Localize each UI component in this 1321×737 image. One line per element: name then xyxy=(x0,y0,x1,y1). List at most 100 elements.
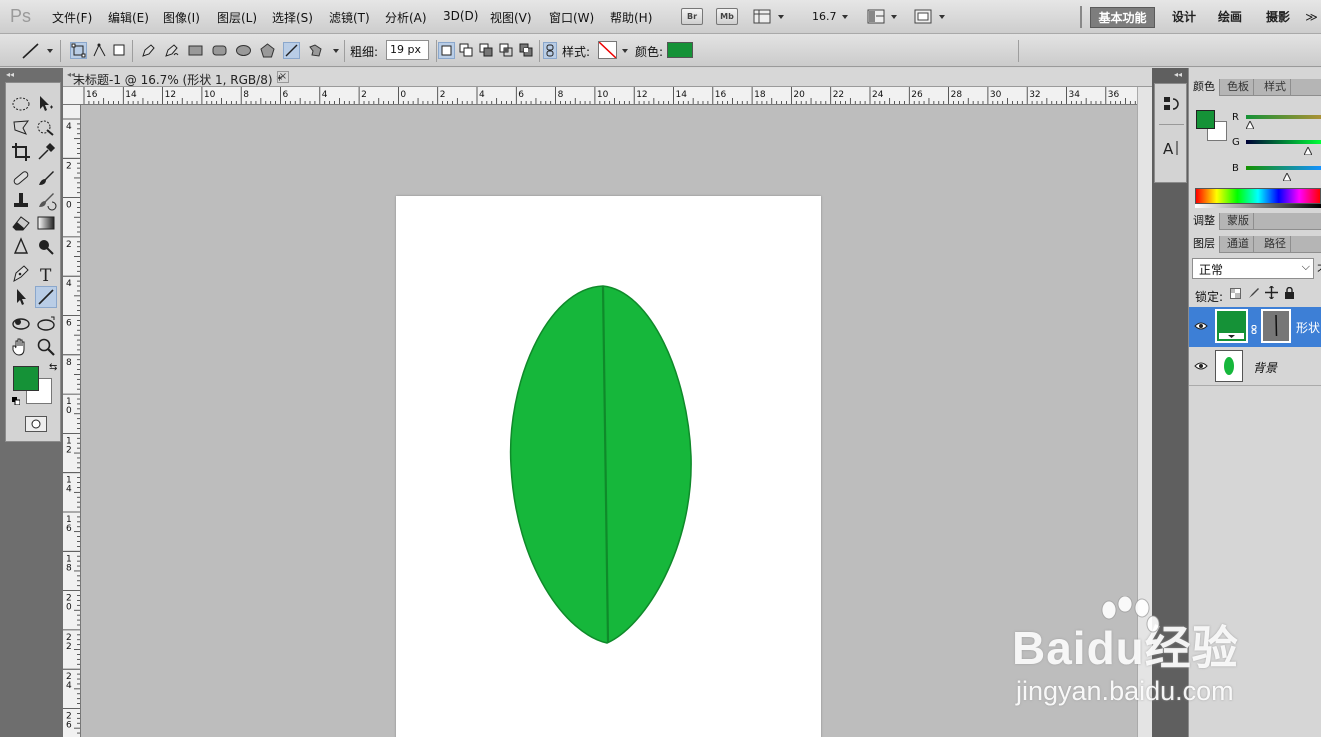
channel-b-thumb[interactable] xyxy=(1282,170,1293,182)
lock-transparent-icon[interactable] xyxy=(1230,288,1241,299)
polygon-tool-icon[interactable] xyxy=(259,42,276,59)
quick-mask-icon[interactable] xyxy=(25,416,47,432)
menu-filter[interactable]: 滤镜(T) xyxy=(329,9,370,26)
intersect-shape-areas-icon[interactable] xyxy=(498,42,515,59)
clone-stamp-icon[interactable] xyxy=(10,189,32,211)
chevron-down-icon[interactable] xyxy=(891,15,897,19)
menu-file[interactable]: 文件(F) xyxy=(52,9,92,26)
workspace-design[interactable]: 设计 xyxy=(1164,7,1204,28)
tab-layers[interactable]: 图层 xyxy=(1189,236,1220,253)
tab-masks[interactable]: 蒙版 xyxy=(1223,213,1254,230)
tab-channels[interactable]: 通道 xyxy=(1223,236,1254,253)
eye-icon[interactable] xyxy=(1194,360,1208,372)
document-tab[interactable]: ◂◂ 未标题-1 @ 16.7% (形状 1, RGB/8) * × xyxy=(63,68,1152,87)
menu-view[interactable]: 视图(V) xyxy=(490,9,532,26)
chevron-down-icon[interactable] xyxy=(622,49,628,53)
3d-orbit-icon[interactable] xyxy=(35,313,57,335)
bridge-button[interactable]: Br xyxy=(681,8,703,25)
healing-brush-icon[interactable] xyxy=(10,167,32,189)
path-selection-icon[interactable] xyxy=(10,286,32,308)
lock-position-icon[interactable] xyxy=(1265,285,1278,300)
chevron-down-icon[interactable] xyxy=(939,15,945,19)
new-shape-layer-icon[interactable] xyxy=(438,42,455,59)
workspace-painting[interactable]: 绘画 xyxy=(1210,7,1250,28)
blur-tool-icon[interactable] xyxy=(10,236,32,258)
vector-mask-thumbnail[interactable] xyxy=(1261,309,1291,343)
view-extras-icon[interactable] xyxy=(753,9,771,24)
exclude-overlapping-areas-icon[interactable] xyxy=(518,42,535,59)
ellipse-tool-icon[interactable] xyxy=(235,42,252,59)
add-to-shape-area-icon[interactable] xyxy=(458,42,475,59)
zoom-level[interactable]: 16.7 xyxy=(812,10,837,23)
pen-tool-icon[interactable] xyxy=(140,42,157,59)
rounded-rectangle-tool-icon[interactable] xyxy=(211,42,228,59)
screen-mode-icon[interactable] xyxy=(914,9,932,24)
fill-pixels-mode-icon[interactable] xyxy=(111,42,128,59)
arrange-documents-icon[interactable] xyxy=(867,9,885,24)
elliptical-marquee-icon[interactable] xyxy=(10,93,32,115)
channel-r-slider[interactable] xyxy=(1246,115,1321,119)
tab-paths[interactable]: 路径 xyxy=(1260,236,1291,253)
grayscale-ramp[interactable] xyxy=(1195,204,1321,208)
type-tool-icon[interactable]: T xyxy=(35,263,57,286)
color-spectrum-bar[interactable] xyxy=(1195,188,1321,204)
menu-select[interactable]: 选择(S) xyxy=(272,9,313,26)
dodge-tool-icon[interactable] xyxy=(35,236,57,258)
line-tool-preset-icon[interactable] xyxy=(20,42,42,60)
custom-shape-tool-icon[interactable] xyxy=(307,42,324,59)
panel-foreground-swatch[interactable] xyxy=(1196,110,1215,129)
leaf-artwork[interactable] xyxy=(396,196,821,737)
menu-3d[interactable]: 3D(D) xyxy=(443,9,478,23)
chevron-down-icon[interactable] xyxy=(47,49,53,53)
line-tool-icon[interactable] xyxy=(283,42,300,59)
eye-icon[interactable] xyxy=(1194,320,1208,332)
history-panel-icon[interactable] xyxy=(1161,94,1181,114)
layer-row-background[interactable]: 背景 xyxy=(1189,348,1321,386)
menu-window[interactable]: 窗口(W) xyxy=(549,9,594,26)
line-tool-icon[interactable] xyxy=(35,286,57,308)
channel-r-thumb[interactable] xyxy=(1244,118,1255,130)
menu-layer[interactable]: 图层(L) xyxy=(217,9,257,26)
tab-swatches[interactable]: 色板 xyxy=(1223,79,1254,96)
style-picker-button[interactable] xyxy=(598,41,617,59)
menu-image[interactable]: 图像(I) xyxy=(163,9,200,26)
blend-mode-select[interactable]: 正常 ⌵ xyxy=(1192,258,1314,279)
lock-all-icon[interactable] xyxy=(1284,286,1295,299)
swap-colors-icon[interactable]: ⇆ xyxy=(49,362,57,373)
chevron-down-icon[interactable] xyxy=(778,15,784,19)
crop-tool-icon[interactable] xyxy=(10,141,32,163)
paths-mode-icon[interactable] xyxy=(91,42,108,59)
workspace-photography[interactable]: 摄影 xyxy=(1258,7,1298,28)
eraser-icon[interactable] xyxy=(10,212,32,234)
polygonal-lasso-icon[interactable] xyxy=(10,117,32,139)
chevron-down-icon[interactable] xyxy=(842,15,848,19)
subtract-from-shape-area-icon[interactable] xyxy=(478,42,495,59)
layer-name[interactable]: 背景 xyxy=(1253,359,1277,376)
close-document-icon[interactable]: × xyxy=(277,71,289,83)
collapse-icon[interactable]: ◂◂ xyxy=(6,70,14,79)
foreground-color-swatch[interactable] xyxy=(13,366,39,391)
shape-layers-mode-icon[interactable] xyxy=(70,42,87,59)
workspace-essentials[interactable]: 基本功能 xyxy=(1090,7,1155,28)
menu-help[interactable]: 帮助(H) xyxy=(610,9,652,26)
weight-input[interactable]: 19 px xyxy=(386,40,429,60)
shape-color-swatch[interactable] xyxy=(667,42,693,58)
brush-tool-icon[interactable] xyxy=(35,167,57,189)
eyedropper-icon[interactable] xyxy=(35,141,57,163)
tab-color[interactable]: 颜色 xyxy=(1189,79,1220,96)
mask-link-icon[interactable] xyxy=(1251,323,1257,334)
more-workspaces-button[interactable]: ≫ xyxy=(1302,7,1321,28)
tab-styles[interactable]: 样式 xyxy=(1260,79,1291,96)
menu-analysis[interactable]: 分析(A) xyxy=(385,9,427,26)
expand-icon[interactable]: ◂◂ xyxy=(1174,70,1182,79)
gradient-tool-icon[interactable] xyxy=(35,212,57,234)
freeform-pen-icon[interactable] xyxy=(163,42,180,59)
3d-rotate-icon[interactable] xyxy=(10,313,32,335)
tab-adjustments[interactable]: 调整 xyxy=(1189,213,1220,230)
link-style-icon[interactable] xyxy=(543,42,557,59)
rectangle-tool-icon[interactable] xyxy=(187,42,204,59)
default-colors-icon[interactable] xyxy=(12,394,21,406)
mini-bridge-button[interactable]: Mb xyxy=(716,8,738,25)
history-brush-icon[interactable] xyxy=(35,189,57,211)
layer-name[interactable]: 形状 1 xyxy=(1296,319,1321,336)
